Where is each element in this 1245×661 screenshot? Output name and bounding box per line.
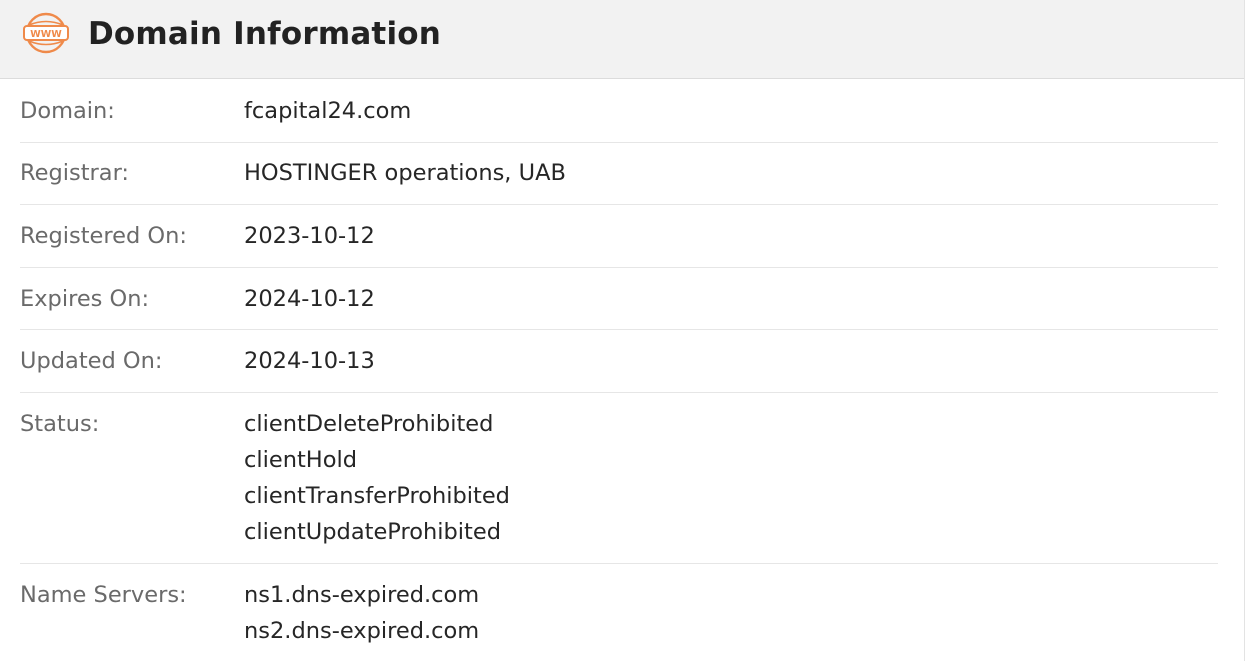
domain-info-table: Domain: fcapital24.com Registrar: HOSTIN…	[20, 80, 1218, 649]
row-registrar: Registrar: HOSTINGER operations, UAB	[20, 143, 1218, 206]
status-value: clientDeleteProhibited	[244, 410, 494, 437]
row-updated-on: Updated On: 2024-10-13	[20, 330, 1218, 393]
status-label: Status:	[20, 410, 100, 437]
registered-on-label: Registered On:	[20, 222, 187, 249]
name-server-value: ns2.dns-expired.com	[244, 617, 480, 644]
row-expires-on: Expires On: 2024-10-12	[20, 268, 1218, 331]
updated-on-label: Updated On:	[20, 348, 163, 375]
row-status: Status: clientDeleteProhibited clientHol…	[20, 393, 1218, 564]
registrar-label: Registrar:	[20, 160, 130, 187]
www-globe-icon: WWW	[23, 12, 69, 54]
registered-on-value: 2023-10-12	[244, 222, 375, 249]
card-header: WWW Domain Information	[0, 0, 1244, 79]
page-title: Domain Information	[88, 16, 442, 52]
name-servers-values: ns1.dns-expired.com ns2.dns-expired.com	[244, 577, 479, 649]
status-value: clientHold	[244, 446, 358, 473]
registrar-value: HOSTINGER operations, UAB	[244, 160, 566, 187]
domain-value: fcapital24.com	[244, 97, 412, 124]
updated-on-value: 2024-10-13	[244, 348, 375, 375]
expires-on-label: Expires On:	[20, 285, 150, 312]
row-domain: Domain: fcapital24.com	[20, 80, 1218, 143]
domain-label: Domain:	[20, 97, 115, 124]
name-servers-label: Name Servers:	[20, 581, 187, 608]
domain-information-card: WWW Domain Information Domain: fcapital2…	[0, 0, 1245, 661]
expires-on-value: 2024-10-12	[244, 285, 375, 312]
row-name-servers: Name Servers: ns1.dns-expired.com ns2.dn…	[20, 564, 1218, 649]
status-value: clientUpdateProhibited	[244, 518, 501, 545]
svg-text:WWW: WWW	[30, 29, 62, 40]
status-values: clientDeleteProhibited clientHold client…	[244, 406, 510, 550]
name-server-value: ns1.dns-expired.com	[244, 581, 480, 608]
status-value: clientTransferProhibited	[244, 482, 510, 509]
row-registered-on: Registered On: 2023-10-12	[20, 205, 1218, 268]
